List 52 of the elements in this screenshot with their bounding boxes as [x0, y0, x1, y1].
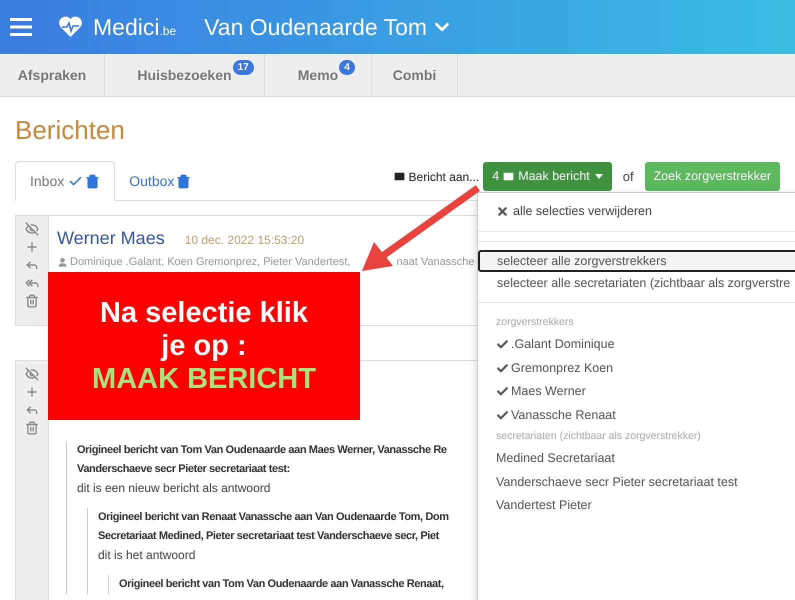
quote-heading: Origineel bericht van Tom Van Oudenaarde aan Vanassche Renaat,	[119, 577, 445, 592]
dropdown-item[interactable]: Maes Werner	[478, 380, 604, 404]
dropdown-item[interactable]: selecteer alle zorgverstrekkers	[478, 250, 795, 272]
dropdown-item[interactable]: Medined Secretariaat	[478, 447, 633, 470]
dropdown-item[interactable]: .Galant Dominique	[478, 333, 633, 356]
count-badge: 17	[232, 60, 254, 75]
menu-icon[interactable]	[10, 18, 32, 36]
compose-button[interactable]: 4 Maak bericht	[483, 162, 612, 191]
trash-icon[interactable]	[25, 421, 39, 435]
separator-text: of	[622, 168, 634, 186]
group-header: secretariaten (zichtbaar als zorgverstrekker)	[495, 429, 702, 444]
people-icon	[57, 256, 68, 268]
count-badge: 4	[339, 60, 355, 75]
quote-heading: Secretariaat Medined, Pieter secretariaat test Vanderschaeve secr, Piet	[98, 529, 440, 544]
quote-heading: Origineel bericht van Renaat Vanassche aan Van Oudenaarde Tom, Dom	[98, 510, 449, 525]
annotation-highlight: MAAK BERICHT	[92, 362, 316, 396]
logo-text: Medici.be	[93, 16, 176, 38]
sender-name: Werner Maes	[57, 227, 165, 250]
dropdown-item[interactable]: selecteer alle secretariaten (zichtbaar als zorgverstre	[478, 272, 795, 294]
hide-icon[interactable]	[25, 367, 39, 381]
dropdown-item[interactable]: Vanderschaeve secr Pieter secretariaat test	[478, 470, 756, 494]
hide-icon[interactable]	[25, 222, 39, 236]
group-header: zorgverstrekkers	[495, 315, 575, 330]
caret-icon	[594, 174, 603, 179]
quote-heading: Vanderschaeve secr Pieter secretariaat test:	[77, 462, 291, 477]
dropdown-item[interactable]: alle selecties verwijderen	[478, 201, 670, 221]
nav-tab[interactable]: Huisbezoeken 17	[105, 54, 265, 96]
recipients-text: Dominique .Galant, Koen Gremonprez, Pieter Vandertest,	[70, 255, 350, 270]
heartbeat-icon	[58, 16, 83, 38]
nav-tab[interactable]: Memo 4	[265, 54, 372, 96]
message-date: 10 dec. 2022 15:53:20	[184, 232, 304, 249]
quote-body: dit is een nieuw bericht als antwoord	[77, 480, 272, 497]
page-title: Berichten	[15, 115, 126, 145]
annotation-text: Na selectie klik	[100, 296, 308, 330]
plus-icon[interactable]	[25, 240, 39, 254]
mail-tab[interactable]: Inbox	[15, 161, 116, 201]
quote-heading: Origineel bericht van Tom Van Oudenaarde aan Maes Werner, Vanassche Re	[77, 443, 448, 458]
quote-body: dit is het antwoord	[98, 547, 196, 564]
recipients-text: naat Vanassche	[396, 255, 475, 270]
nav-tab[interactable]: Combi	[372, 54, 458, 96]
plus-icon[interactable]	[25, 385, 39, 399]
annotation-text: je op :	[161, 330, 247, 362]
dropdown-item[interactable]: Vanassche Renaat	[478, 404, 634, 427]
nav-tab[interactable]: Afspraken	[0, 54, 105, 96]
trash-icon[interactable]	[25, 294, 39, 308]
mail-tab[interactable]: Outbox	[115, 161, 206, 201]
close-icon	[496, 204, 509, 218]
dropdown-item[interactable]: Vandertest Pieter	[478, 494, 610, 518]
recipient-label: Bericht aan...	[392, 168, 480, 186]
trash-icon	[85, 174, 100, 188]
trash-icon	[176, 174, 192, 188]
dropdown-item[interactable]: Gremonprez Koen	[478, 356, 632, 380]
